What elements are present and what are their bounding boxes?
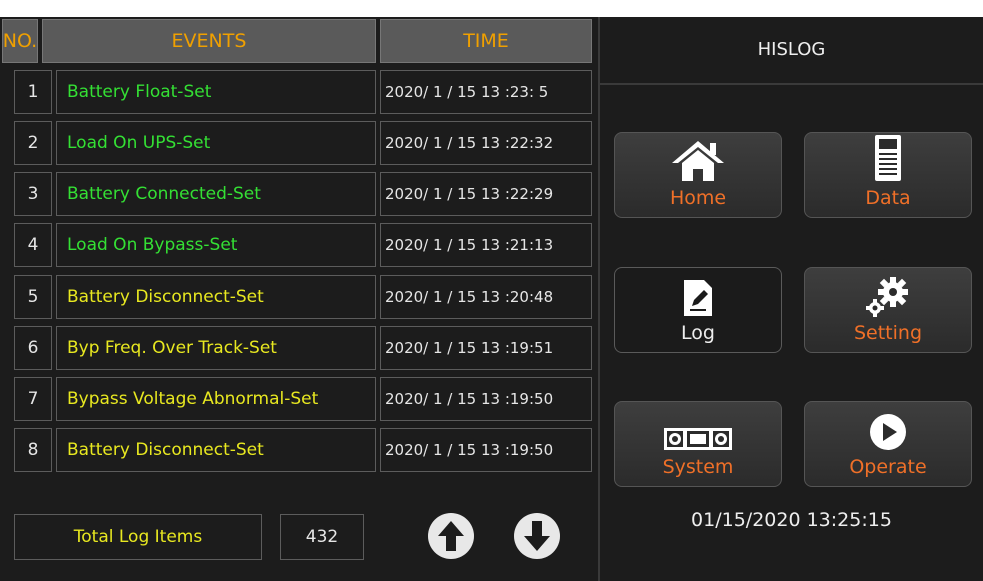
current-datetime: 01/15/2020 13:25:15 [691, 509, 892, 531]
nav-log-button[interactable]: Log [614, 267, 782, 353]
header-no: NO. [2, 19, 38, 63]
nav-home-label: Home [669, 187, 727, 209]
scroll-down-button[interactable] [514, 513, 560, 559]
nav-system-label: System [662, 456, 734, 478]
gear-icon [866, 277, 908, 317]
top-strip [0, 0, 983, 17]
scroll-up-button[interactable] [428, 513, 474, 559]
nav-operate-button[interactable]: Operate [804, 401, 972, 487]
log-icon [684, 280, 712, 316]
row-8-no: 8 [14, 428, 52, 472]
total-log-items-count: 432 [280, 514, 364, 560]
row-6-time: 2020/ 1 / 15 13 :19:51 [380, 326, 592, 370]
page-title: HISLOG [757, 38, 826, 60]
row-6-event[interactable]: Byp Freq. Over Track-Set [56, 326, 376, 370]
nav-system-button[interactable]: System [614, 401, 782, 487]
arrow-down-icon [524, 521, 550, 551]
row-2-time: 2020/ 1 / 15 13 :22:32 [380, 121, 592, 165]
nav-data-button[interactable]: Data [804, 132, 972, 218]
system-icon [664, 428, 732, 450]
total-log-items-label: Total Log Items [14, 514, 262, 560]
row-8-time: 2020/ 1 / 15 13 :19:50 [380, 428, 592, 472]
ups-screen: NO. EVENTS TIME 1 Battery Float-Set 2020… [0, 17, 983, 581]
row-2-no: 2 [14, 121, 52, 165]
play-icon [870, 414, 906, 450]
nav-setting-label: Setting [853, 322, 923, 344]
navigation-panel: HISLOG Home Data Log Setting System Oper… [600, 17, 983, 581]
row-1-event[interactable]: Battery Float-Set [56, 70, 376, 114]
row-5-time: 2020/ 1 / 15 13 :20:48 [380, 275, 592, 319]
row-7-event[interactable]: Bypass Voltage Abnormal-Set [56, 377, 376, 421]
row-3-no: 3 [14, 172, 52, 216]
row-2-event[interactable]: Load On UPS-Set [56, 121, 376, 165]
title-divider [600, 83, 983, 85]
row-1-time: 2020/ 1 / 15 13 :23: 5 [380, 70, 592, 114]
row-7-no: 7 [14, 377, 52, 421]
nav-log-label: Log [681, 322, 715, 344]
arrow-up-icon [438, 521, 464, 551]
row-8-event[interactable]: Battery Disconnect-Set [56, 428, 376, 472]
data-icon [875, 135, 901, 181]
row-7-time: 2020/ 1 / 15 13 :19:50 [380, 377, 592, 421]
nav-setting-button[interactable]: Setting [804, 267, 972, 353]
row-4-event[interactable]: Load On Bypass-Set [56, 223, 376, 267]
row-4-time: 2020/ 1 / 15 13 :21:13 [380, 223, 592, 267]
row-3-event[interactable]: Battery Connected-Set [56, 172, 376, 216]
home-icon [672, 141, 724, 181]
row-5-event[interactable]: Battery Disconnect-Set [56, 275, 376, 319]
row-6-no: 6 [14, 326, 52, 370]
header-events: EVENTS [42, 19, 376, 63]
row-5-no: 5 [14, 275, 52, 319]
header-time: TIME [380, 19, 592, 63]
nav-data-label: Data [865, 187, 911, 209]
nav-home-button[interactable]: Home [614, 132, 782, 218]
row-1-no: 1 [14, 70, 52, 114]
nav-operate-label: Operate [849, 456, 927, 478]
log-table-panel: NO. EVENTS TIME 1 Battery Float-Set 2020… [0, 17, 598, 581]
row-4-no: 4 [14, 223, 52, 267]
row-3-time: 2020/ 1 / 15 13 :22:29 [380, 172, 592, 216]
